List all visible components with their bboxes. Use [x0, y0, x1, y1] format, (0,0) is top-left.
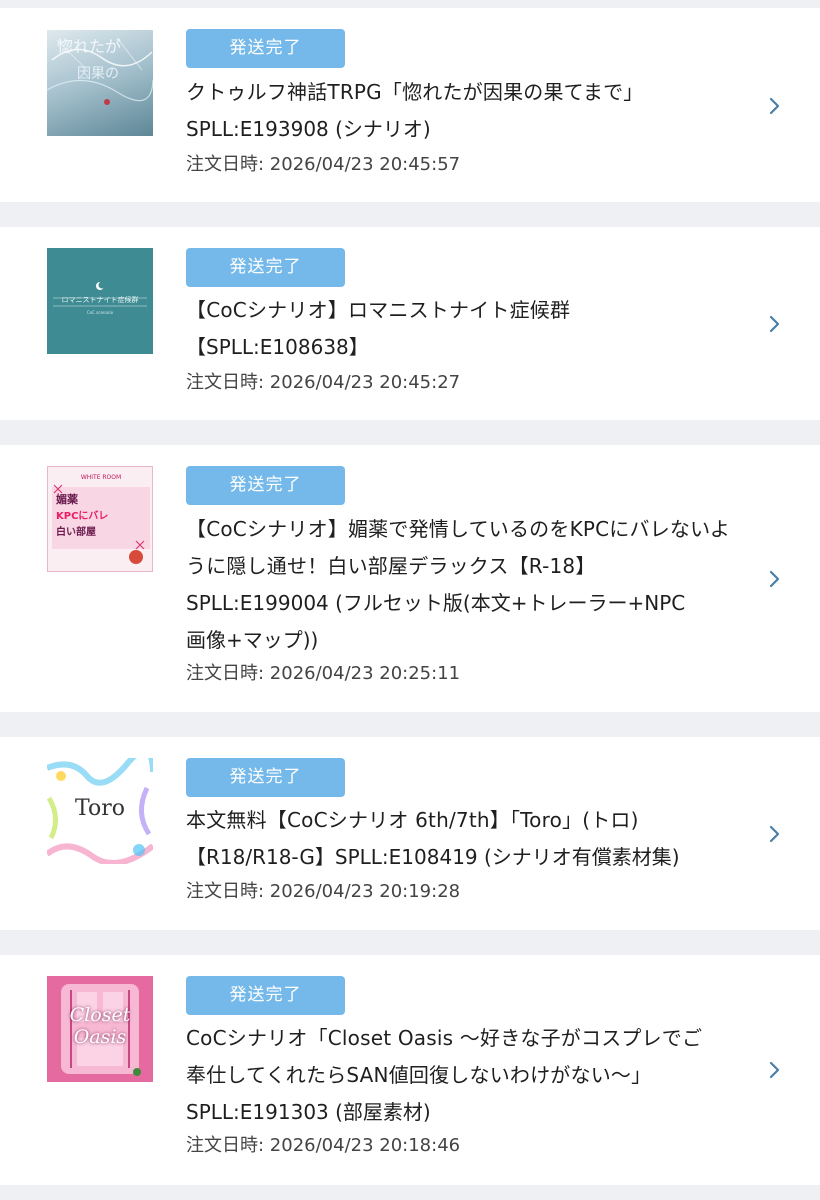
status-badge: 発送完了: [186, 248, 345, 287]
order-date: 注文日時: 2026/04/23 20:45:57: [186, 154, 461, 175]
thumbnail-title: Toro: [75, 796, 125, 821]
chevron-right-icon[interactable]: [764, 1060, 784, 1080]
product-thumbnail: ロマニストナイト症候群 CoC scenario: [47, 248, 153, 354]
order-card[interactable]: ロマニストナイト症候群 CoC scenario 発送完了 【CoCシナリオ】ロ…: [0, 227, 820, 420]
product-sku-line-2: 画像+マップ)): [186, 628, 319, 652]
order-date: 注文日時: 2026/04/23 20:19:28: [186, 881, 461, 902]
thumbnail-title-1: Closet: [69, 1004, 131, 1026]
product-thumbnail: Closet Oasis: [47, 976, 153, 1082]
order-card[interactable]: Toro 発送完了 本文無料【CoCシナリオ 6th/7th】「Toro」(トロ…: [0, 737, 820, 930]
product-title-line-2: うに隠し通せ！白い部屋デラックス【R-18】: [186, 554, 596, 578]
thumbnail-title-2: Oasis: [73, 1026, 127, 1048]
svg-text:因果の: 因果の: [77, 66, 119, 82]
product-thumbnail: Toro: [47, 758, 153, 864]
svg-text:惚れたが: 惚れたが: [57, 37, 121, 56]
order-card[interactable]: 惚れたが 因果の 発送完了 クトゥルフ神話TRPG「惚れたが因果の果てまで」 S…: [0, 8, 820, 202]
product-title-line-2: 奉仕してくれたらSAN値回復しないわけがない〜」: [186, 1063, 652, 1087]
product-title-line-1: 【CoCシナリオ】媚薬で発情しているのをKPCにバレないよ: [186, 517, 731, 541]
order-list: 惚れたが 因果の 発送完了 クトゥルフ神話TRPG「惚れたが因果の果てまで」 S…: [0, 0, 820, 1200]
product-sku: 【R18/R18-G】SPLL:E108419 (シナリオ有償素材集): [186, 845, 680, 869]
chevron-right-icon[interactable]: [764, 314, 784, 334]
status-badge: 発送完了: [186, 758, 345, 797]
product-sku-line-1: SPLL:E199004 (フルセット版(本文+トレーラー+NPC: [186, 591, 686, 615]
product-thumbnail: WHITE ROOM 媚薬 KPCにバレ 白い部屋: [47, 466, 153, 572]
order-card[interactable]: WHITE ROOM 媚薬 KPCにバレ 白い部屋 発送完了 【CoCシナリオ】…: [0, 445, 820, 712]
svg-text:ロマニストナイト症候群: ロマニストナイト症候群: [62, 295, 139, 304]
svg-text:白い部屋: 白い部屋: [56, 525, 96, 538]
order-card[interactable]: Closet Oasis 発送完了 CoCシナリオ「Closet Oasis 〜…: [0, 955, 820, 1185]
chevron-right-icon[interactable]: [764, 569, 784, 589]
product-thumbnail: 惚れたが 因果の: [47, 30, 153, 136]
order-date: 注文日時: 2026/04/23 20:18:46: [186, 1135, 461, 1156]
order-date: 注文日時: 2026/04/23 20:45:27: [186, 372, 461, 393]
svg-text:KPCにバレ: KPCにバレ: [56, 510, 108, 522]
product-sku: SPLL:E191303 (部屋素材): [186, 1100, 431, 1124]
product-sku: 【SPLL:E108638】: [186, 335, 369, 359]
status-badge: 発送完了: [186, 29, 345, 68]
order-date: 注文日時: 2026/04/23 20:25:11: [186, 663, 461, 684]
svg-text:WHITE ROOM: WHITE ROOM: [81, 474, 121, 481]
status-badge: 発送完了: [186, 976, 345, 1015]
chevron-right-icon[interactable]: [764, 824, 784, 844]
svg-text:媚薬: 媚薬: [56, 492, 79, 506]
product-title: 【CoCシナリオ】ロマニストナイト症候群: [186, 298, 571, 322]
product-title-line-1: CoCシナリオ「Closet Oasis 〜好きな子がコスプレでご: [186, 1026, 703, 1050]
product-title: クトゥルフ神話TRPG「惚れたが因果の果てまで」: [186, 80, 644, 104]
product-sku: SPLL:E193908 (シナリオ): [186, 117, 431, 141]
product-title: 本文無料【CoCシナリオ 6th/7th】「Toro」(トロ): [186, 808, 639, 832]
status-badge: 発送完了: [186, 466, 345, 505]
chevron-right-icon[interactable]: [764, 96, 784, 116]
svg-text:CoC scenario: CoC scenario: [87, 310, 114, 315]
